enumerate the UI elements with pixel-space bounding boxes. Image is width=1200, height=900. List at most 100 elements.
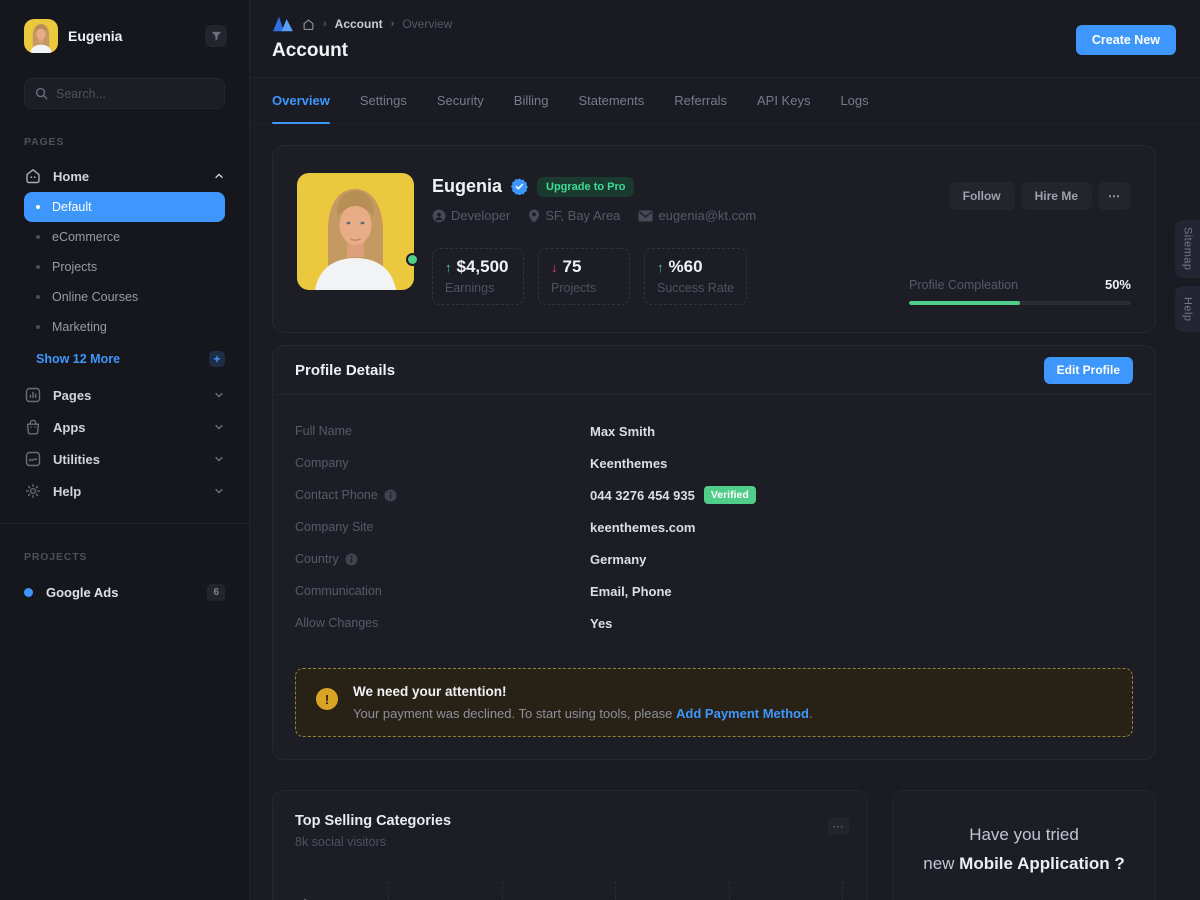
sidebar-item-label: Pages xyxy=(53,388,91,403)
chart-subtitle: 8k social visitors xyxy=(295,835,845,849)
tab-referrals[interactable]: Referrals xyxy=(674,78,727,123)
tab-api-keys[interactable]: API Keys xyxy=(757,78,810,123)
sidebar-item-label: Home xyxy=(53,169,89,184)
tab-security[interactable]: Security xyxy=(437,78,484,123)
tab-statements[interactable]: Statements xyxy=(578,78,644,123)
sidebar-item-pages[interactable]: Pages xyxy=(24,379,225,411)
show-more-row: Show 12 More + xyxy=(24,344,225,374)
details-title: Profile Details xyxy=(295,362,395,379)
home-breadcrumb-icon[interactable] xyxy=(302,18,315,31)
add-page-button[interactable]: + xyxy=(209,351,225,367)
mobile-app-promo-card: Have you tried new Mobile Application ? xyxy=(892,790,1156,900)
gear-icon xyxy=(24,482,42,500)
page-header: › Account › Overview Account Create New xyxy=(250,0,1200,78)
chevron-down-icon xyxy=(213,421,225,433)
add-payment-method-link[interactable]: Add Payment Method xyxy=(676,706,809,721)
sidebar-item-apps[interactable]: Apps xyxy=(24,411,225,443)
verified-badge: Verified xyxy=(704,486,756,504)
detail-value: Keenthemes xyxy=(590,456,667,471)
sidebar-item-google-ads[interactable]: Google Ads 6 xyxy=(0,576,249,608)
hire-me-button[interactable]: Hire Me xyxy=(1021,182,1092,210)
detail-row-contact-phone: Contact Phone 044 3276 454 935 Verified xyxy=(295,479,1133,511)
profile-photo[interactable] xyxy=(297,173,414,290)
stat-value: 75 xyxy=(563,257,582,277)
profile-actions: Follow Hire Me ⋯ xyxy=(909,182,1131,210)
chart-more-button[interactable]: ⋯ xyxy=(828,817,849,835)
tab-billing[interactable]: Billing xyxy=(514,78,549,123)
detail-label: Company xyxy=(295,456,590,470)
logo-icon[interactable] xyxy=(272,15,294,33)
project-dot-icon xyxy=(24,588,33,597)
create-new-button[interactable]: Create New xyxy=(1076,25,1176,55)
pages-section-label: PAGES xyxy=(0,136,249,148)
promo-line2-bold: Mobile Application ? xyxy=(959,854,1125,873)
sidebar-subitem-label: Marketing xyxy=(52,320,107,334)
details-body: Full Name Max Smith Company Keenthemes C… xyxy=(273,395,1155,639)
chart-rows: Phones Laptops xyxy=(295,881,845,900)
detail-label: Company Site xyxy=(295,520,590,534)
user-name[interactable]: Eugenia xyxy=(68,28,195,44)
detail-row-country: Country Germany xyxy=(295,543,1133,575)
show-more-link[interactable]: Show 12 More xyxy=(36,352,120,366)
edge-tab-sitemap[interactable]: Sitemap xyxy=(1175,220,1200,278)
follow-button[interactable]: Follow xyxy=(949,182,1015,210)
sidebar-item-help[interactable]: Help xyxy=(24,475,225,507)
search-input[interactable] xyxy=(56,87,214,101)
breadcrumb-separator: › xyxy=(323,18,327,30)
breadcrumb-item-overview[interactable]: Overview xyxy=(402,17,452,31)
stat-label: Projects xyxy=(551,281,617,295)
profile-location-label: SF, Bay Area xyxy=(545,208,620,223)
stat-value: $4,500 xyxy=(457,257,509,277)
bullet-icon xyxy=(36,235,40,239)
detail-label: Allow Changes xyxy=(295,616,590,630)
info-icon[interactable] xyxy=(384,489,397,502)
project-count-badge: 6 xyxy=(207,584,225,601)
projects-section-label: PROJECTS xyxy=(0,551,249,563)
chart-title: Top Selling Categories xyxy=(295,813,845,829)
trend-up-icon: ↑ xyxy=(657,260,664,275)
stat-success-rate: ↑ %60 Success Rate xyxy=(644,248,747,305)
sidebar-subitem-marketing[interactable]: Marketing xyxy=(24,312,225,342)
breadcrumb-item-account[interactable]: Account xyxy=(335,17,383,31)
sidebar-subitem-ecommerce[interactable]: eCommerce xyxy=(24,222,225,252)
detail-row-company-site: Company Site keenthemes.com xyxy=(295,511,1133,543)
tab-settings[interactable]: Settings xyxy=(360,78,407,123)
profile-role[interactable]: Developer xyxy=(432,208,510,223)
upgrade-to-pro-badge[interactable]: Upgrade to Pro xyxy=(537,177,634,197)
edit-profile-button[interactable]: Edit Profile xyxy=(1044,357,1133,384)
detail-row-full-name: Full Name Max Smith xyxy=(295,415,1133,447)
detail-label: Contact Phone xyxy=(295,488,378,502)
more-options-button[interactable]: ⋯ xyxy=(1098,182,1131,210)
sidebar-filter-button[interactable] xyxy=(205,25,227,47)
sidebar-subitem-projects[interactable]: Projects xyxy=(24,252,225,282)
promo-line1: Have you tried xyxy=(909,825,1139,845)
bar-chart: Phones Laptops xyxy=(295,881,845,900)
notice-content: We need your attention! Your payment was… xyxy=(353,684,813,721)
detail-row-allow-changes: Allow Changes Yes xyxy=(295,607,1133,639)
filter-icon xyxy=(211,31,222,42)
progress-percent: 50% xyxy=(1105,277,1131,292)
detail-row-communication: Communication Email, Phone xyxy=(295,575,1133,607)
detail-label: Communication xyxy=(295,584,590,598)
detail-value: Germany xyxy=(590,552,646,567)
profile-details-card: Profile Details Edit Profile Full Name M… xyxy=(272,345,1156,760)
sidebar-subitem-default[interactable]: Default xyxy=(24,192,225,222)
warning-icon: ! xyxy=(316,688,338,710)
breadcrumb: › Account › Overview xyxy=(272,15,452,33)
breadcrumb-separator: › xyxy=(391,18,395,30)
avatar[interactable] xyxy=(24,19,58,53)
tab-logs[interactable]: Logs xyxy=(840,78,868,123)
detail-row-company: Company Keenthemes xyxy=(295,447,1133,479)
profile-email[interactable]: eugenia@kt.com xyxy=(638,208,756,223)
person-icon xyxy=(432,209,446,223)
edge-tab-help[interactable]: Help xyxy=(1175,286,1200,332)
info-icon[interactable] xyxy=(345,553,358,566)
tab-overview[interactable]: Overview xyxy=(272,78,330,123)
sidebar-item-utilities[interactable]: Utilities xyxy=(24,443,225,475)
stat-earnings: ↑ $4,500 Earnings xyxy=(432,248,524,305)
profile-location[interactable]: SF, Bay Area xyxy=(528,208,620,223)
profile-name[interactable]: Eugenia xyxy=(432,176,502,197)
sidebar-subitem-online-courses[interactable]: Online Courses xyxy=(24,282,225,312)
page-title: Account xyxy=(272,40,452,62)
sidebar-item-home[interactable]: Home xyxy=(24,160,225,192)
